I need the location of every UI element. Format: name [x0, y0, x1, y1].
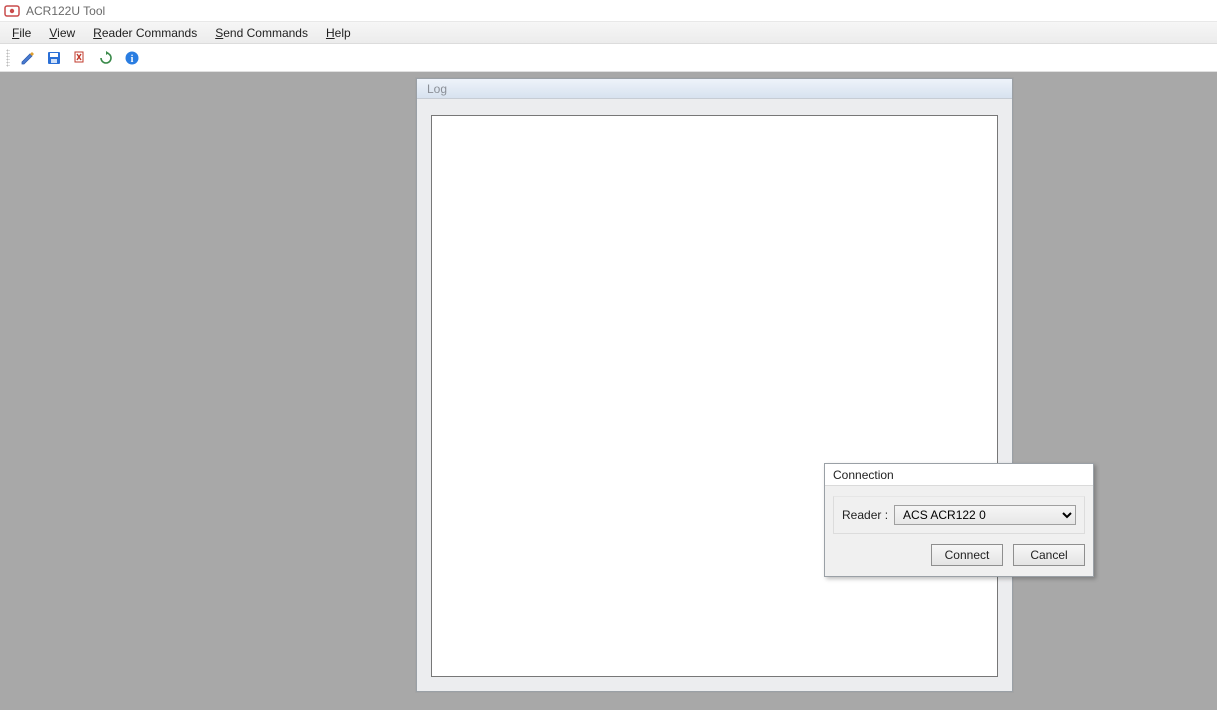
toolbar: i: [0, 44, 1217, 72]
menubar: File View Reader Commands Send Commands …: [0, 22, 1217, 44]
toolbar-grip: [6, 49, 10, 67]
app-title: ACR122U Tool: [26, 4, 105, 18]
menu-file[interactable]: File: [12, 26, 31, 40]
clear-icon[interactable]: [70, 48, 90, 68]
connect-button[interactable]: Connect: [931, 544, 1003, 566]
titlebar: ACR122U Tool: [0, 0, 1217, 22]
menu-reader-commands[interactable]: Reader Commands: [93, 26, 197, 40]
cancel-button[interactable]: Cancel: [1013, 544, 1085, 566]
refresh-icon[interactable]: [96, 48, 116, 68]
connection-dialog: Connection Reader : ACS ACR122 0 Connect…: [824, 463, 1094, 577]
log-panel: Log: [416, 78, 1013, 692]
reader-field-row: Reader : ACS ACR122 0: [833, 496, 1085, 534]
edit-icon[interactable]: [18, 48, 38, 68]
log-text-area[interactable]: [431, 115, 998, 677]
reader-select[interactable]: ACS ACR122 0: [894, 505, 1076, 525]
connection-dialog-title: Connection: [825, 464, 1093, 486]
svg-text:i: i: [131, 54, 134, 65]
dialog-button-row: Connect Cancel: [825, 540, 1093, 576]
menu-send-commands[interactable]: Send Commands: [215, 26, 308, 40]
menu-view[interactable]: View: [49, 26, 75, 40]
log-panel-header: Log: [417, 79, 1012, 99]
workspace: Log Connection Reader : ACS ACR122 0 Con…: [0, 72, 1217, 710]
reader-label: Reader :: [842, 508, 888, 522]
log-panel-title: Log: [427, 82, 447, 96]
info-icon[interactable]: i: [122, 48, 142, 68]
save-icon[interactable]: [44, 48, 64, 68]
app-icon: [4, 3, 20, 19]
menu-help[interactable]: Help: [326, 26, 351, 40]
